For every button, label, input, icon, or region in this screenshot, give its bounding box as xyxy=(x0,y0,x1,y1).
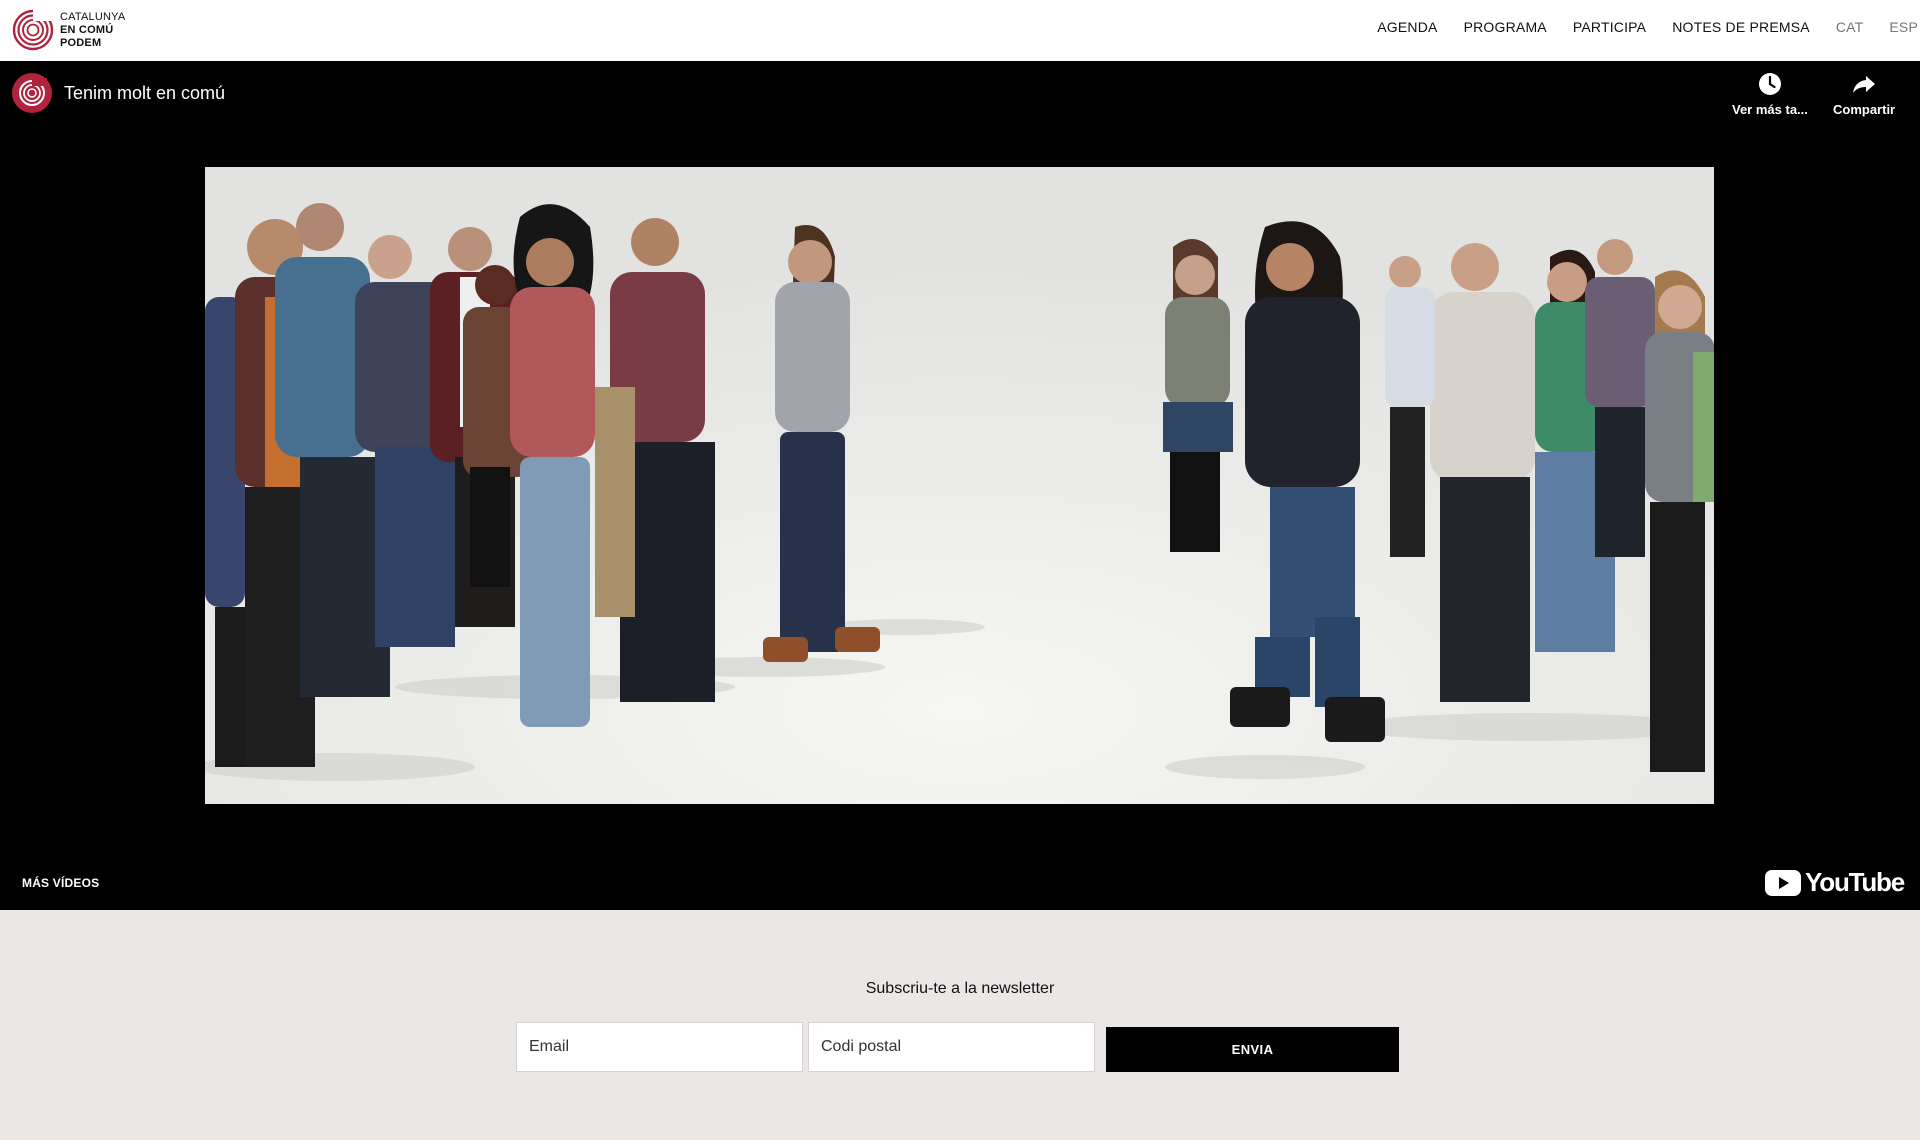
postal-code-field[interactable]: Codi postal xyxy=(808,1022,1095,1072)
more-videos-link[interactable]: MÁS VÍDEOS xyxy=(22,876,99,890)
video-title[interactable]: Tenim molt en comú xyxy=(64,83,225,104)
video-player[interactable]: Tenim molt en comú Ver más ta... Compart… xyxy=(0,61,1920,910)
newsletter-title: Subscriu-te a la newsletter xyxy=(865,980,1055,997)
video-thumbnail[interactable] xyxy=(205,167,1714,804)
logo-line-3: PODEM xyxy=(60,36,102,49)
youtube-logo[interactable]: YouTube xyxy=(1765,867,1905,898)
submit-button[interactable]: ENVIA xyxy=(1106,1027,1399,1072)
nav-item-agenda[interactable]: AGENDA xyxy=(1377,19,1437,35)
channel-logo-icon xyxy=(19,78,47,106)
language-cat-link[interactable]: CAT xyxy=(1836,19,1864,35)
nav-item-notes-de-premsa[interactable]: NOTES DE PREMSA xyxy=(1672,19,1810,35)
logo-line-1: CATALUNYA xyxy=(60,10,126,23)
site-logo[interactable]: CATALUNYA EN COMÚ PODEM xyxy=(12,8,125,52)
main-nav: AGENDA PROGRAMA PARTICIPA NOTES DE PREMS… xyxy=(1351,0,1920,54)
video-title-bar: Tenim molt en comú xyxy=(12,73,225,113)
watch-later-label: Ver más ta... xyxy=(1732,102,1808,117)
email-field[interactable]: Email xyxy=(516,1022,803,1072)
youtube-wordmark: YouTube xyxy=(1805,867,1905,897)
site-header: CATALUNYA EN COMÚ PODEM AGENDA PROGRAMA … xyxy=(0,0,1920,61)
video-scene-image xyxy=(205,167,1714,804)
clock-icon xyxy=(1758,73,1781,95)
watch-later-button[interactable]: Ver más ta... xyxy=(1732,72,1808,117)
nav-item-participa[interactable]: PARTICIPA xyxy=(1573,19,1646,35)
share-label: Compartir xyxy=(1833,102,1896,117)
nav-item-programa[interactable]: PROGRAMA xyxy=(1464,19,1547,35)
logo-wordmark: CATALUNYA EN COMÚ PODEM xyxy=(60,11,125,50)
newsletter-section: Subscriu-te a la newsletter Email Codi p… xyxy=(0,910,1920,1140)
youtube-play-icon xyxy=(1765,869,1802,896)
share-button[interactable]: Compartir xyxy=(1833,72,1895,117)
channel-avatar[interactable] xyxy=(12,73,52,113)
logo-concentric-circles-icon xyxy=(12,9,54,51)
language-esp-link[interactable]: ESP xyxy=(1889,19,1918,35)
logo-line-2: EN COMÚ xyxy=(60,23,114,36)
share-arrow-icon xyxy=(1853,76,1876,93)
